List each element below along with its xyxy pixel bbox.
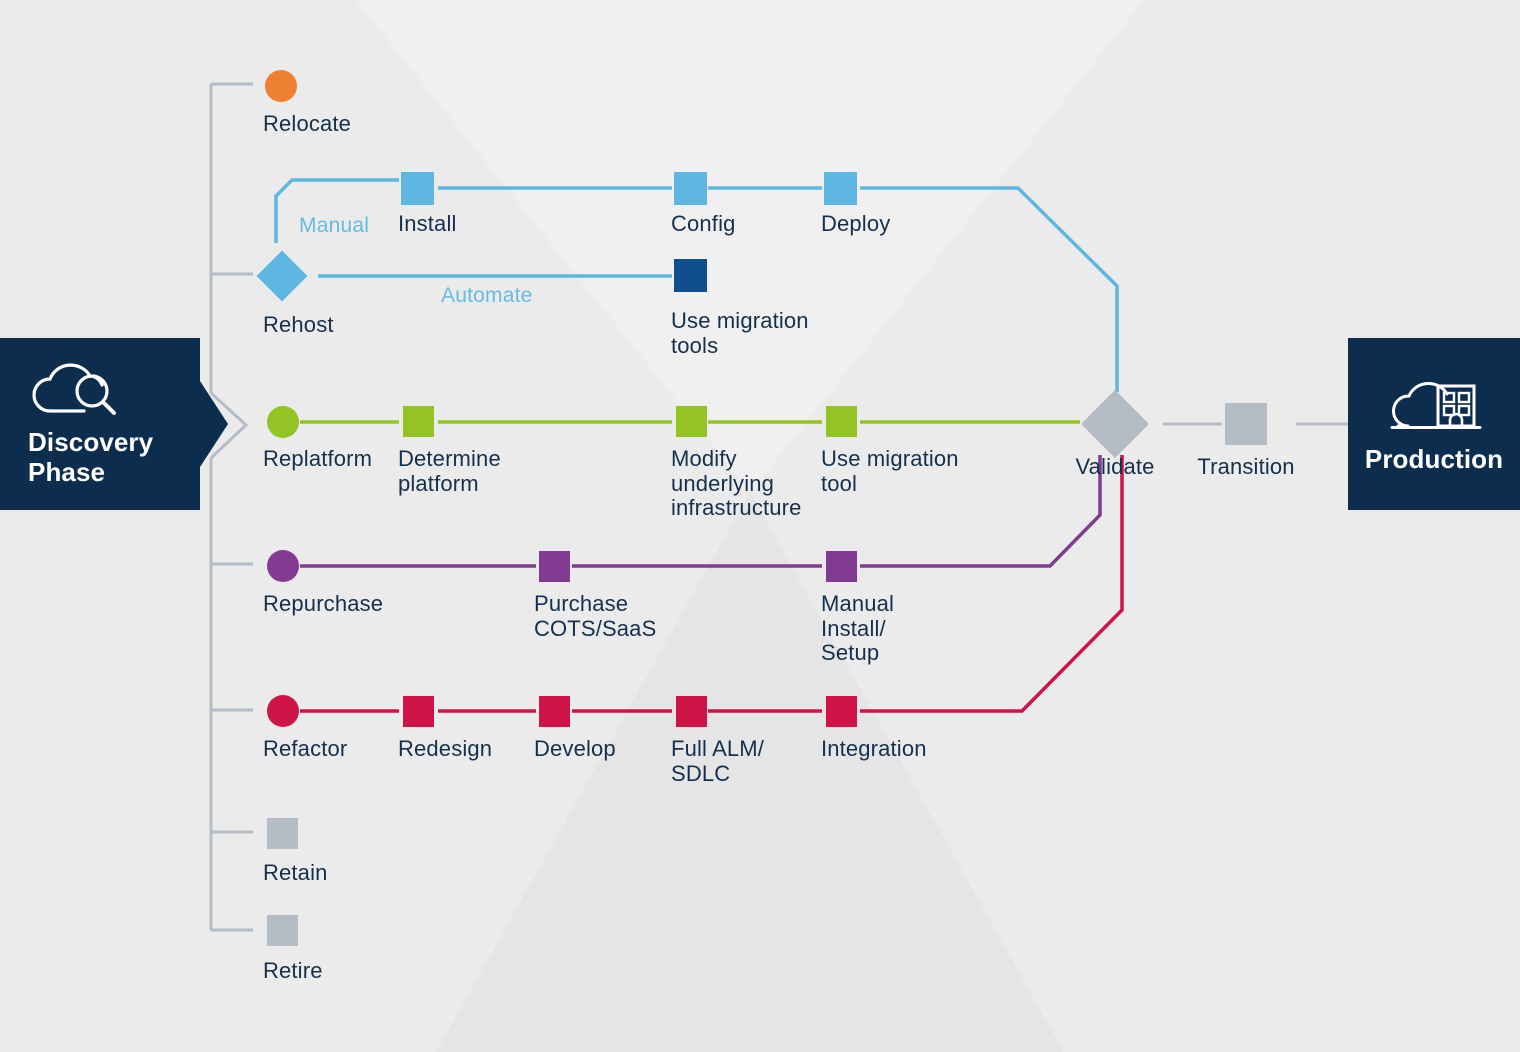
node-config[interactable] [674, 172, 707, 205]
node-relocate[interactable] [265, 70, 297, 102]
label-repurchase: Repurchase [263, 591, 384, 616]
label-install: Install [398, 211, 457, 236]
label-use-migration-tools: Use migration tools [671, 308, 809, 358]
node-modify-infrastructure[interactable] [676, 406, 707, 437]
production-label: Production [1364, 443, 1504, 474]
node-retire[interactable] [267, 915, 298, 946]
node-redesign[interactable] [403, 696, 434, 727]
node-use-migration-tool[interactable] [826, 406, 857, 437]
label-deploy: Deploy [821, 211, 891, 236]
node-determine-platform[interactable] [403, 406, 434, 437]
cloud-building-icon [1382, 374, 1486, 434]
label-manual-install-setup: Manual Install/ Setup [821, 591, 895, 666]
discovery-phase-label: Discovery Phase [28, 426, 154, 487]
label-retire: Retire [263, 958, 323, 983]
label-integration: Integration [821, 736, 927, 761]
node-deploy[interactable] [824, 172, 857, 205]
node-transition[interactable] [1225, 403, 1267, 445]
label-purchase-cots-saas: Purchase COTS/SaaS [534, 591, 657, 641]
diagram-canvas: Discovery Phase Production Relocate Reho… [0, 0, 1520, 1052]
label-modify-infrastructure: Modify underlying infrastructure [671, 446, 802, 521]
node-refactor[interactable] [267, 695, 299, 727]
node-develop[interactable] [539, 696, 570, 727]
node-full-alm-sdlc[interactable] [676, 696, 707, 727]
node-install[interactable] [401, 172, 434, 205]
label-full-alm-sdlc: Full ALM/ SDLC [671, 736, 765, 786]
label-rehost: Rehost [263, 312, 334, 337]
node-replatform[interactable] [267, 406, 299, 438]
label-refactor: Refactor [263, 736, 348, 761]
label-determine-platform: Determine platform [398, 446, 501, 496]
label-develop: Develop [534, 736, 616, 761]
label-replatform: Replatform [263, 446, 373, 471]
label-retain: Retain [263, 860, 328, 885]
node-retain[interactable] [267, 818, 298, 849]
node-manual-install-setup[interactable] [826, 551, 857, 582]
node-integration[interactable] [826, 696, 857, 727]
label-config: Config [671, 211, 736, 236]
label-validate: Validate [1075, 454, 1155, 479]
node-repurchase[interactable] [267, 550, 299, 582]
label-transition: Transition [1197, 454, 1295, 479]
label-relocate: Relocate [263, 111, 352, 136]
production-card[interactable]: Production [1348, 338, 1520, 510]
connector-wires [172, 82, 1348, 932]
label-redesign: Redesign [398, 736, 493, 761]
node-purchase-cots-saas[interactable] [539, 551, 570, 582]
discovery-phase-card[interactable]: Discovery Phase [0, 338, 200, 510]
label-use-migration-tool: Use migration tool [821, 446, 959, 496]
node-use-migration-tools[interactable] [674, 259, 707, 292]
cloud-magnifier-icon [28, 361, 124, 417]
branch-label-automate: Automate [441, 284, 533, 307]
branch-label-manual: Manual [299, 214, 370, 237]
